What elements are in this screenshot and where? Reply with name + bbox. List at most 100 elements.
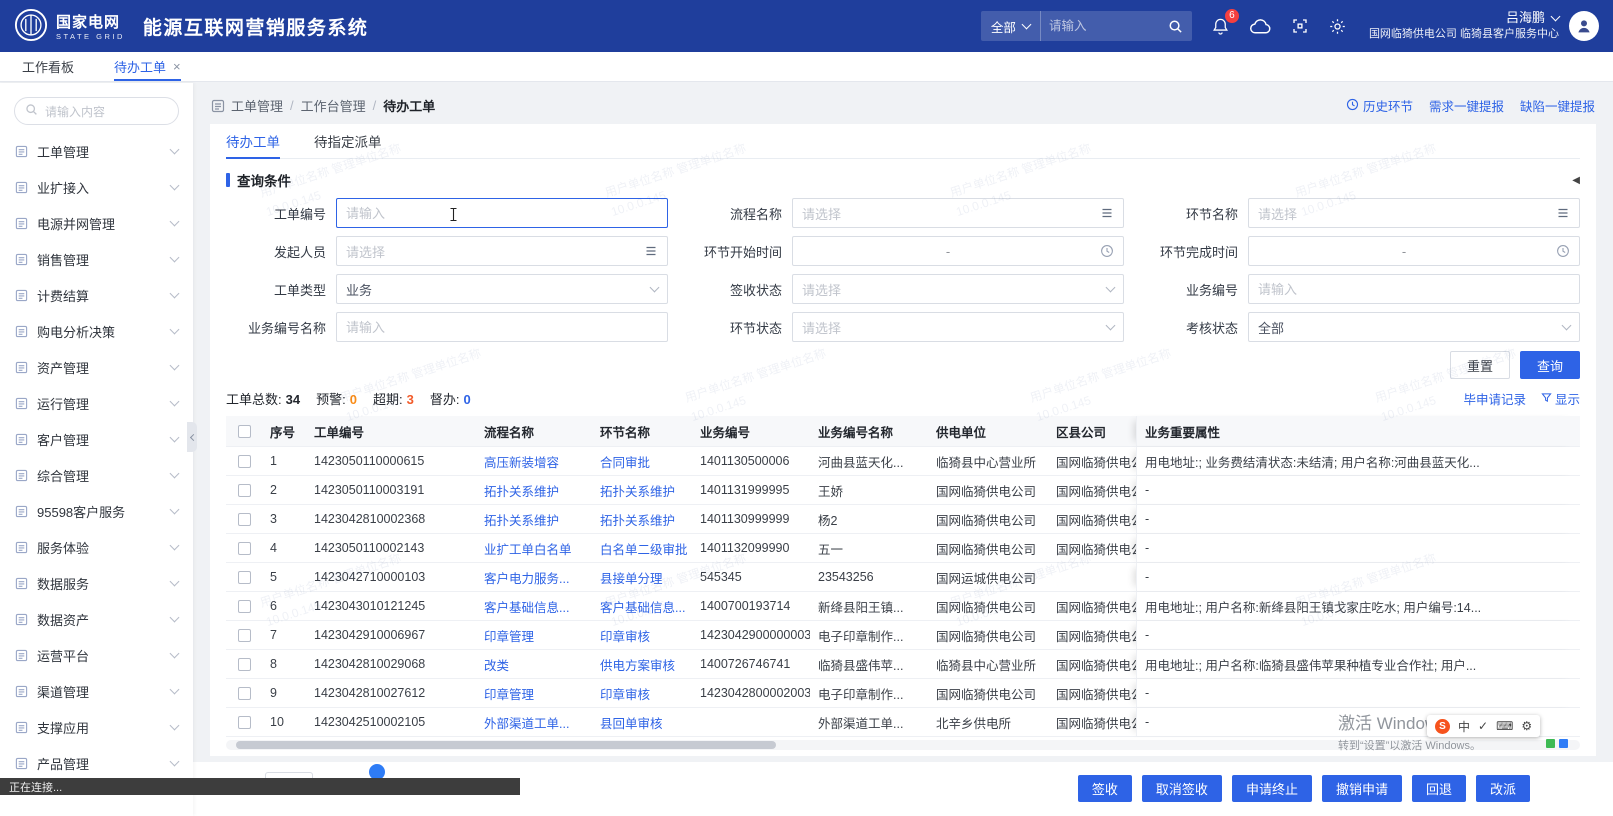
order-no-control[interactable] <box>336 198 668 228</box>
sidebar-item-5[interactable]: 计费结算 <box>0 277 193 313</box>
sidebar-item-7[interactable]: 资产管理 <box>0 349 193 385</box>
cell-flow-link[interactable]: 高压新装增容 <box>476 447 592 475</box>
sidebar-item-15[interactable]: 运营平台 <box>0 637 193 673</box>
search-scope-select[interactable]: 全部 <box>981 11 1041 41</box>
sogou-logo-icon[interactable]: S <box>1435 719 1450 734</box>
cell-flow-link[interactable]: 拓扑关系维护 <box>476 476 592 504</box>
cell-flow-link[interactable]: 客户基础信息... <box>476 592 592 620</box>
records-link[interactable]: 毕申请记录 <box>1463 389 1526 408</box>
ime-icon[interactable]: ✓ <box>1478 719 1488 733</box>
search-button[interactable]: 查询 <box>1520 351 1580 379</box>
sidebar-item-4[interactable]: 销售管理 <box>0 241 193 277</box>
sidebar-item-9[interactable]: 客户管理 <box>0 421 193 457</box>
footer-button-1[interactable]: 签收 <box>1078 775 1132 802</box>
row-checkbox[interactable] <box>238 687 251 700</box>
sign-status-control[interactable]: 请选择 <box>792 274 1124 304</box>
row-checkbox[interactable] <box>238 513 251 526</box>
cell-flow-link[interactable]: 业扩工单白名单 <box>476 534 592 562</box>
node-name-control[interactable]: 请选择 <box>1248 198 1580 228</box>
order-no-input[interactable] <box>346 206 658 221</box>
cell-node-link[interactable]: 县回单审核 <box>592 708 692 736</box>
sidebar-collapse-handle[interactable] <box>187 422 197 452</box>
cell-node-link[interactable]: 县接单分理 <box>592 563 692 591</box>
content-tab-todo[interactable]: 待办工单 <box>226 124 280 158</box>
ime-icon[interactable]: 中 <box>1458 718 1470 735</box>
content-tab-assign[interactable]: 待指定派单 <box>314 124 382 158</box>
row-checkbox[interactable] <box>238 571 251 584</box>
check-status-control[interactable]: 全部 <box>1248 312 1580 342</box>
row-checkbox[interactable] <box>238 658 251 671</box>
sidebar-item-17[interactable]: 支撑应用 <box>0 709 193 745</box>
settings-gear-icon[interactable] <box>1328 17 1347 36</box>
cell-node-link[interactable]: 客户基础信息... <box>592 592 692 620</box>
flow-name-control[interactable]: 请选择 <box>792 198 1124 228</box>
panel-collapse-icon[interactable]: ◀ <box>1572 175 1580 186</box>
row-checkbox[interactable] <box>238 629 251 642</box>
quick-link-1[interactable]: 历史环节 <box>1346 96 1413 115</box>
sidebar-item-8[interactable]: 运行管理 <box>0 385 193 421</box>
notifications-bell-icon[interactable]: 6 <box>1211 17 1230 36</box>
cell-node-link[interactable]: 印章审核 <box>592 679 692 707</box>
sidebar-item-2[interactable]: 业扩接入 <box>0 169 193 205</box>
node-start-time-control[interactable]: - <box>792 236 1124 266</box>
sidebar-item-6[interactable]: 购电分析决策 <box>0 313 193 349</box>
footer-button-4[interactable]: 撤销申请 <box>1322 775 1402 802</box>
cloud-icon[interactable] <box>1249 18 1272 35</box>
footer-button-6[interactable]: 改派 <box>1476 775 1530 802</box>
row-checkbox[interactable] <box>238 716 251 729</box>
sidebar-item-13[interactable]: 数据服务 <box>0 565 193 601</box>
cell-flow-link[interactable]: 印章管理 <box>476 679 592 707</box>
scrollbar-thumb[interactable] <box>236 741 776 749</box>
user-menu[interactable]: 吕海鹏 国网临猗供电公司 临猗县客户服务中心 <box>1369 10 1559 42</box>
cell-node-link[interactable]: 拓扑关系维护 <box>592 505 692 533</box>
cell-node-link[interactable]: 供电方案审核 <box>592 650 692 678</box>
node-end-time-control[interactable]: - <box>1248 236 1580 266</box>
sidebar-item-11[interactable]: 95598客户服务 <box>0 493 193 529</box>
ime-toolbar[interactable]: S中 ✓ ⌨ ⚙ <box>1427 715 1540 737</box>
sidebar-item-18[interactable]: 产品管理 <box>0 745 193 781</box>
cell-flow-link[interactable]: 拓扑关系维护 <box>476 505 592 533</box>
cell-node-link[interactable]: 白名单二级审批 <box>592 534 692 562</box>
business-no-control[interactable] <box>1248 274 1580 304</box>
quick-link-3[interactable]: 缺陷一键提报 <box>1520 96 1595 115</box>
cell-node-link[interactable]: 合同审批 <box>592 447 692 475</box>
ime-icon[interactable]: ⚙ <box>1521 719 1532 733</box>
row-checkbox[interactable] <box>238 484 251 497</box>
cell-flow-link[interactable]: 外部渠道工单... <box>476 708 592 736</box>
cell-flow-link[interactable]: 客户电力服务... <box>476 563 592 591</box>
sidebar-item-12[interactable]: 服务体验 <box>0 529 193 565</box>
sidebar-item-1[interactable]: 工单管理 <box>0 133 193 169</box>
cell-flow-link[interactable]: 改类 <box>476 650 592 678</box>
cell-node-link[interactable]: 印章审核 <box>592 621 692 649</box>
sidebar-search-input[interactable]: 请输入内容 <box>14 97 179 125</box>
quick-link-2[interactable]: 需求一键提报 <box>1429 96 1504 115</box>
close-tab-icon[interactable]: × <box>173 59 181 74</box>
breadcrumb-item[interactable]: 工作台管理 <box>301 96 366 115</box>
select-all-checkbox[interactable] <box>238 425 251 438</box>
ime-icon[interactable]: ⌨ <box>1496 719 1513 733</box>
fullscreen-icon[interactable] <box>1291 17 1309 35</box>
row-checkbox[interactable] <box>238 455 251 468</box>
footer-button-3[interactable]: 申请终止 <box>1232 775 1312 802</box>
display-toggle-link[interactable]: 显示 <box>1541 389 1580 408</box>
business-no-input[interactable] <box>1258 282 1570 297</box>
window-tab-todo[interactable]: 待办工单× <box>114 52 181 81</box>
breadcrumb-item[interactable]: 工单管理 <box>231 96 283 115</box>
header-search-input[interactable] <box>1041 19 1159 33</box>
avatar[interactable] <box>1569 11 1599 41</box>
footer-button-5[interactable]: 回退 <box>1412 775 1466 802</box>
sidebar-item-14[interactable]: 数据资产 <box>0 601 193 637</box>
order-type-control[interactable]: 业务 <box>336 274 668 304</box>
cell-node-link[interactable]: 拓扑关系维护 <box>592 476 692 504</box>
node-status-control[interactable]: 请选择 <box>792 312 1124 342</box>
search-icon[interactable] <box>1159 19 1192 34</box>
sidebar-item-16[interactable]: 渠道管理 <box>0 673 193 709</box>
business-name-input[interactable] <box>346 320 658 335</box>
cell-flow-link[interactable]: 印章管理 <box>476 621 592 649</box>
row-checkbox[interactable] <box>238 600 251 613</box>
sidebar-item-10[interactable]: 综合管理 <box>0 457 193 493</box>
business-name-control[interactable] <box>336 312 668 342</box>
starter-control[interactable]: 请选择 <box>336 236 668 266</box>
footer-button-2[interactable]: 取消签收 <box>1142 775 1222 802</box>
sidebar-item-3[interactable]: 电源并网管理 <box>0 205 193 241</box>
